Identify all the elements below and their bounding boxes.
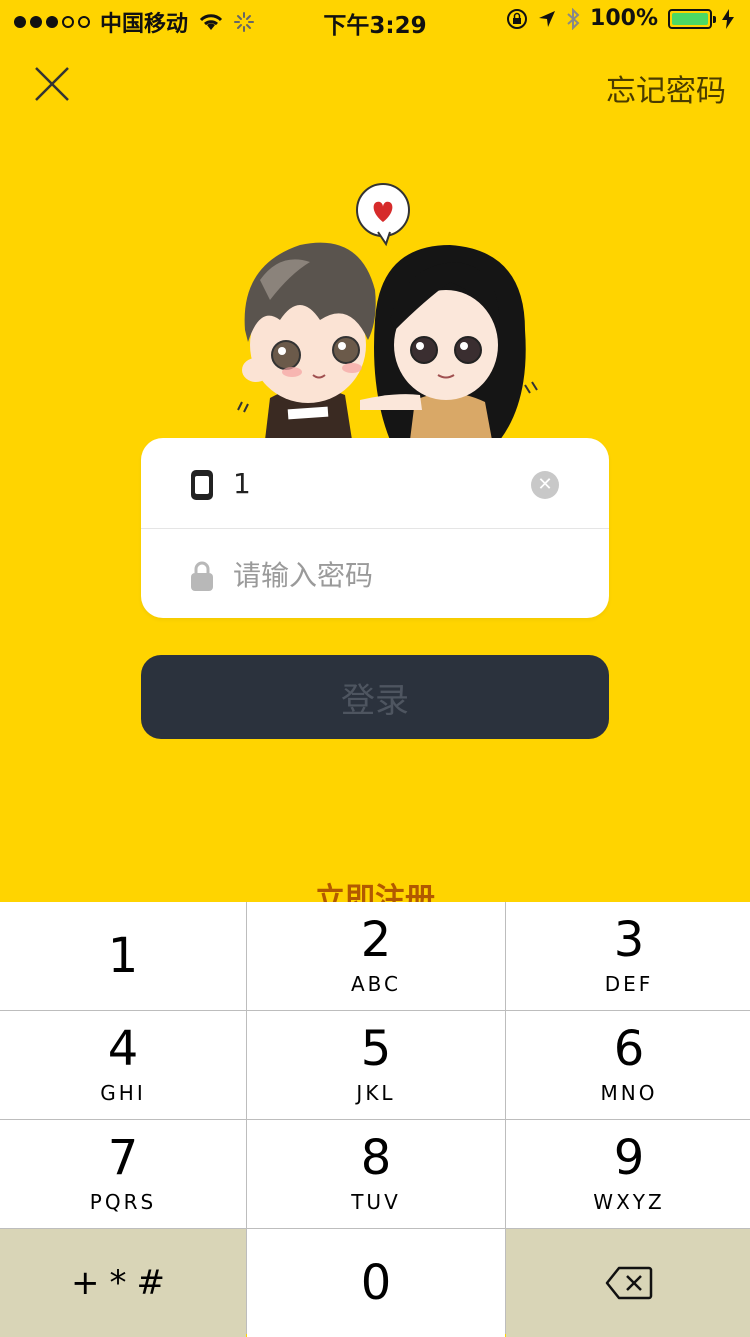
key-delete[interactable] — [506, 1229, 750, 1337]
key-9[interactable]: 9 WXYZ — [506, 1120, 750, 1228]
key-letters: MNO — [600, 1081, 658, 1105]
key-3[interactable]: 3 DEF — [506, 902, 750, 1010]
lock-icon — [191, 561, 213, 591]
key-digit: 6 — [613, 1021, 645, 1077]
battery-icon — [668, 8, 716, 29]
password-input[interactable]: 请输入密码 — [233, 554, 373, 594]
key-digit: 7 — [107, 1130, 139, 1186]
key-letters: JKL — [356, 1081, 396, 1105]
status-bar: 中国移动 下午3:29 100% — [0, 0, 750, 40]
charging-bolt-icon — [722, 8, 734, 29]
key-digit: 3 — [613, 912, 645, 968]
key-digit: 2 — [360, 912, 392, 968]
key-digit: 4 — [107, 1021, 139, 1077]
clear-input-button[interactable]: ✕ — [531, 471, 559, 499]
key-letters: GHI — [100, 1081, 146, 1105]
key-2[interactable]: 2 ABC — [247, 902, 505, 1010]
status-right: 100% — [506, 6, 734, 31]
key-4[interactable]: 4 GHI — [0, 1011, 246, 1119]
key-letters: ABC — [350, 972, 401, 996]
key-letters: TUV — [351, 1190, 401, 1214]
key-symbols[interactable]: +*# — [0, 1229, 246, 1337]
key-digit: 1 — [107, 928, 139, 984]
forgot-password-link[interactable]: 忘记密码 — [606, 66, 726, 110]
numeric-keypad: 1 2 ABC 3 DEF 4 GHI 5 JKL 6 MNO 7 PQRS 8… — [0, 902, 750, 1337]
couple-illustration — [237, 183, 538, 440]
key-letters: DEF — [604, 972, 654, 996]
register-link[interactable]: 立即注册 — [0, 880, 750, 902]
key-digit: 5 — [360, 1021, 392, 1077]
bluetooth-icon — [567, 7, 580, 30]
phone-icon — [191, 470, 213, 500]
key-5[interactable]: 5 JKL — [247, 1011, 505, 1119]
symbols-label: +*# — [71, 1263, 175, 1303]
key-7[interactable]: 7 PQRS — [0, 1120, 246, 1228]
backspace-icon — [605, 1266, 653, 1300]
key-6[interactable]: 6 MNO — [506, 1011, 750, 1119]
orientation-lock-icon — [507, 8, 528, 29]
phone-input[interactable]: 1 — [233, 467, 251, 500]
key-1[interactable]: 1 — [0, 902, 246, 1010]
key-letters: WXYZ — [593, 1190, 665, 1214]
password-field-row[interactable]: 请输入密码 — [141, 528, 609, 619]
close-icon[interactable] — [32, 64, 72, 104]
key-8[interactable]: 8 TUV — [247, 1120, 505, 1228]
key-letters: PQRS — [89, 1190, 157, 1214]
phone-field-row[interactable]: 1 ✕ — [141, 438, 609, 528]
close-icon: ✕ — [537, 474, 553, 495]
battery-percent: 100% — [590, 6, 658, 31]
login-form: 1 ✕ 请输入密码 — [141, 438, 609, 618]
key-digit: 0 — [360, 1255, 392, 1311]
key-digit: 9 — [613, 1130, 645, 1186]
login-button[interactable]: 登录 — [141, 655, 609, 739]
key-0[interactable]: 0 — [247, 1229, 505, 1337]
location-arrow-icon — [539, 10, 556, 27]
key-digit: 8 — [360, 1130, 392, 1186]
